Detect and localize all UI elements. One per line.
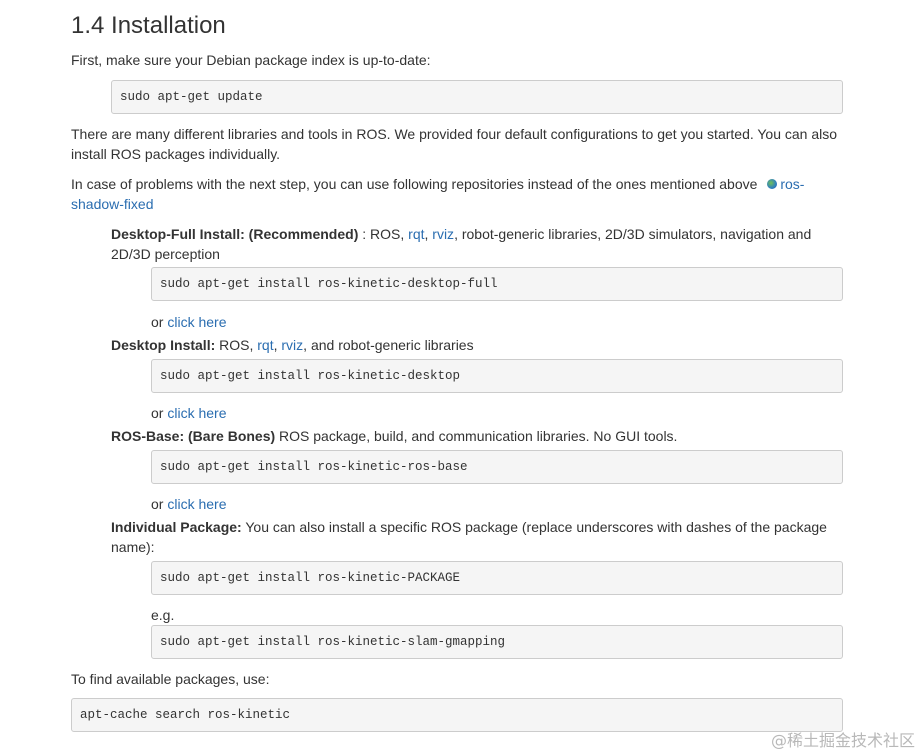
rqt-link[interactable]: rqt <box>257 337 273 353</box>
code-block-package[interactable]: sudo apt-get install ros-kinetic-PACKAGE <box>151 561 843 595</box>
code-block-example[interactable]: sudo apt-get install ros-kinetic-slam-gm… <box>151 625 843 659</box>
eg-label: e.g. <box>151 607 175 623</box>
desktop-full-description: Desktop-Full Install: (Recommended) : RO… <box>111 226 812 262</box>
desktop-full-sep: : ROS, <box>358 226 409 242</box>
ros-base-rest: ROS package, build, and communication li… <box>275 428 678 444</box>
code-block-update[interactable]: sudo apt-get update <box>111 80 843 114</box>
or-text: or <box>151 405 168 421</box>
desktop-sep: ROS, <box>215 337 258 353</box>
rviz-link[interactable]: rviz <box>432 226 454 242</box>
ros-base-alt: or click here <box>151 494 226 514</box>
ros-base-description: ROS-Base: (Bare Bones) ROS package, buil… <box>111 426 677 446</box>
intro-text: First, make sure your Debian package ind… <box>71 52 431 68</box>
rviz-link[interactable]: rviz <box>281 337 303 353</box>
desktop-click-here-link[interactable]: click here <box>167 405 226 421</box>
desktop-full-alt: or click here <box>151 312 226 332</box>
code-block-ros-base[interactable]: sudo apt-get install ros-kinetic-ros-bas… <box>151 450 843 484</box>
configurations-paragraph: There are many different libraries and t… <box>71 126 838 162</box>
find-packages-text: To find available packages, use: <box>71 671 270 687</box>
desktop-title: Desktop Install: <box>111 337 216 353</box>
desktop-rest: , and robot-generic libraries <box>303 337 474 353</box>
desktop-alt: or click here <box>151 403 226 423</box>
individual-description: Individual Package: You can also install… <box>111 517 836 557</box>
code-block-desktop[interactable]: sudo apt-get install ros-kinetic-desktop <box>151 359 843 393</box>
desktop-full-click-here-link[interactable]: click here <box>167 314 226 330</box>
page-title: 1.4 Installation <box>71 12 226 39</box>
rqt-link[interactable]: rqt <box>408 226 424 242</box>
repositories-text: In case of problems with the next step, … <box>71 176 758 192</box>
desktop-full-title: Desktop-Full Install: (Recommended) <box>111 226 359 242</box>
or-text: or <box>151 496 168 512</box>
desktop-description: Desktop Install: ROS, rqt, rviz, and rob… <box>111 337 474 353</box>
watermark: @稀土掘金技术社区 <box>770 731 915 750</box>
ros-base-click-here-link[interactable]: click here <box>167 496 226 512</box>
repositories-paragraph: In case of problems with the next step, … <box>71 174 811 214</box>
globe-icon <box>767 179 778 189</box>
ros-base-title: ROS-Base: (Bare Bones) <box>111 428 276 444</box>
code-block-search[interactable]: apt-cache search ros-kinetic <box>71 698 843 732</box>
or-text: or <box>151 314 168 330</box>
code-block-desktop-full[interactable]: sudo apt-get install ros-kinetic-desktop… <box>151 267 843 301</box>
individual-title: Individual Package: <box>111 519 242 535</box>
